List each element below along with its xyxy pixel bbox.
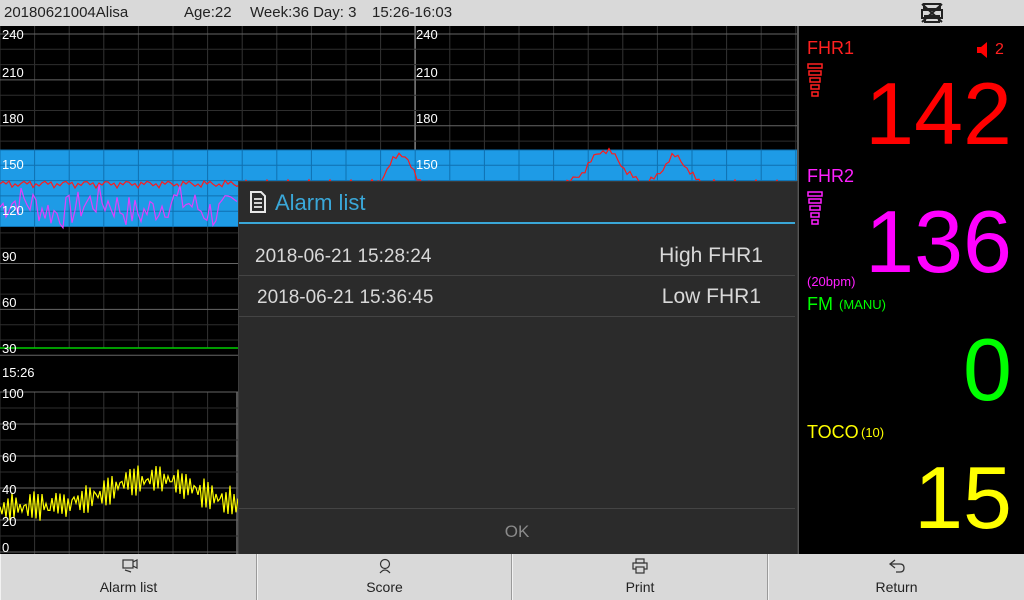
toco-tick-label: 0 [2,540,9,554]
toco-trace [0,465,239,521]
alarm-type: High FHR1 [659,244,763,267]
alarm-list-button-label: Alarm list [99,579,158,595]
monitoring-time-range: 15:26-16:03 [372,4,453,21]
fhr-tick-label: 150 [2,157,24,172]
score-icon [379,558,390,574]
return-button-label: Return [875,579,918,595]
toco-tick-label: 80 [2,418,16,433]
alarm-list-item[interactable]: 2018-06-21 15:28:24 High FHR1 [239,236,795,276]
score-button-label: Score [366,579,403,595]
time-label: 15:26 [2,365,35,380]
fhr2-value: 136 [865,192,1012,291]
dialog-title-bar: Alarm list [239,182,797,224]
dialog-title: Alarm list [275,190,366,215]
document-list-icon [250,191,266,213]
print-button-label: Print [625,579,655,595]
toco-value: 15 [914,448,1012,547]
fhr-tick-label: 240 [2,27,24,42]
dialog-title-divider [239,222,795,224]
patient-id: 20180621004Alisa [4,4,129,21]
toco-label: TOCO [807,422,859,442]
printer-disconnected-icon [921,3,943,23]
toco-tick-label: 20 [2,514,16,529]
alarm-time: 2018-06-21 15:28:24 [255,246,432,267]
bottom-toolbar: Alarm list Score Print Return [0,554,1024,600]
toco-tick-label: 60 [2,450,16,465]
fhr2-label: FHR2 [807,166,855,186]
fm-label: FM [807,294,833,314]
fm-value: 0 [963,320,1012,419]
fhr2-signal-strength-icon [807,191,823,225]
score-button[interactable]: Score [257,554,512,600]
toco-baseline: (10) [861,425,885,440]
fhr-tick-label: 30 [2,341,16,356]
fhr-tick-label: 210 [416,65,438,80]
fhr-tick-label: 180 [2,111,24,126]
gestation-week: Week:36 Day: 3 [250,4,357,21]
print-button[interactable]: Print [512,554,768,600]
return-button[interactable]: Return [768,554,1024,600]
fhr-tick-label: 180 [416,111,438,126]
return-arrow-icon [888,559,905,573]
alarm-list-icon [121,559,138,573]
fhr1-value: 142 [865,64,1012,163]
alarm-list-item[interactable]: 2018-06-21 15:36:45 Low FHR1 [239,277,795,317]
fm-mode: (MANU) [839,297,886,312]
printer-icon [632,558,648,574]
toco-tick-label: 100 [2,386,24,401]
alarm-speaker-icon[interactable] [975,40,995,60]
fhr2-offset: (20bpm) [807,274,856,289]
fhr-tick-label: 120 [2,203,24,218]
fhr1-label: FHR1 [807,38,855,58]
fhr-tick-label: 60 [2,295,16,310]
alarm-time: 2018-06-21 15:36:45 [257,287,434,308]
alarm-count: 2 [995,41,1004,58]
alarm-list-button[interactable]: Alarm list [0,554,257,600]
status-bar: 20180621004Alisa Age:22 Week:36 Day: 3 1… [0,0,1024,26]
alarm-type: Low FHR1 [661,285,761,308]
fhr-tick-label: 210 [2,65,24,80]
fhr-tick-label: 240 [416,27,438,42]
fhr1-signal-strength-icon [807,63,823,97]
alarm-list-dialog: Alarm list 2018-06-21 15:28:24 High FHR1… [238,181,798,555]
fhr-tick-label: 150 [416,157,438,172]
fhr-tick-label: 90 [2,249,16,264]
vital-signs-panel: FHR1 2 142 FHR2 136 (20bpm) FM (MANU) 0 … [797,26,1024,554]
toco-tick-label: 40 [2,482,16,497]
patient-age: Age:22 [184,4,232,21]
ok-button[interactable]: OK [239,509,795,555]
